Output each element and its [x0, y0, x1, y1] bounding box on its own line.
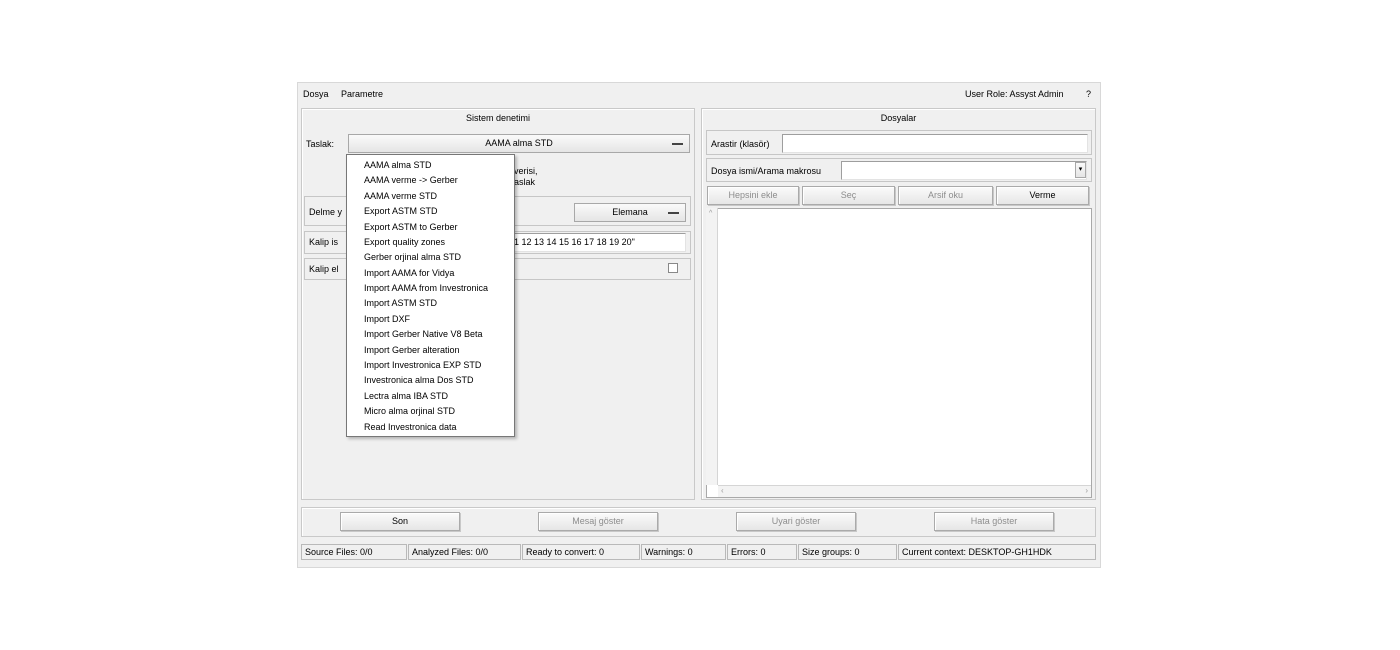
filename-label: Dosya ismi/Arama makrosu — [711, 166, 822, 176]
template-select-value: AAMA alma STD — [485, 138, 553, 148]
menu-dosya[interactable]: Dosya — [303, 89, 329, 99]
add-all-button[interactable]: Hepsini ekle — [707, 186, 799, 205]
help-menu[interactable]: ? — [1086, 89, 1091, 99]
dropdown-item[interactable]: AAMA alma STD — [364, 158, 432, 172]
pattern-name-label: Kalip is — [309, 237, 339, 247]
end-button[interactable]: Son — [340, 512, 460, 531]
scroll-up-icon[interactable]: ^ — [709, 210, 712, 217]
user-role-label: User Role: Assyst Admin — [965, 89, 1064, 99]
files-panel-title: Dosyalar — [880, 113, 917, 123]
template-label: Taslak: — [306, 139, 335, 149]
dropdown-item[interactable]: Import Gerber Native V8 Beta — [364, 327, 483, 341]
template-description-line2: aslak — [514, 177, 536, 187]
template-dropdown-list: AAMA alma STD AAMA verme -> Gerber AAMA … — [346, 154, 515, 437]
template-select[interactable]: AAMA alma STD — [348, 134, 690, 153]
dropdown-item[interactable]: AAMA verme STD — [364, 189, 437, 203]
dropdown-item[interactable]: Import DXF — [364, 312, 410, 326]
pattern-add-checkbox[interactable] — [668, 263, 678, 273]
dropdown-item[interactable]: Lectra alma IBA STD — [364, 389, 448, 403]
show-error-button[interactable]: Hata göster — [934, 512, 1054, 531]
dropdown-item[interactable]: Import ASTM STD — [364, 296, 437, 310]
show-warning-button[interactable]: Uyari göster — [736, 512, 856, 531]
read-archive-button[interactable]: Arsif oku — [898, 186, 993, 205]
chevron-down-icon: ▾ — [1078, 166, 1083, 173]
dropdown-item[interactable]: Import Investronica EXP STD — [364, 358, 481, 372]
scroll-left-icon[interactable]: ‹ — [721, 486, 724, 495]
filename-dropdown-button[interactable]: ▾ — [1075, 162, 1086, 178]
status-analyzed-files: Analyzed Files: 0/0 — [408, 544, 521, 560]
dropdown-item[interactable]: Import Gerber alteration — [364, 343, 460, 357]
dropdown-item[interactable]: Export quality zones — [364, 235, 445, 249]
dropdown-item[interactable]: AAMA verme -> Gerber — [364, 173, 458, 187]
filename-field[interactable] — [841, 161, 1087, 180]
template-description-line1: verisi, — [514, 166, 538, 176]
vertical-scrollbar[interactable]: ^ — [706, 208, 718, 485]
chevron-down-icon — [668, 212, 679, 214]
system-control-title: Sistem denetimi — [465, 113, 531, 123]
pattern-name-value: 1 12 13 14 15 16 17 18 19 20" — [514, 237, 635, 247]
status-errors: Errors: 0 — [727, 544, 797, 560]
pattern-name-field[interactable]: 1 12 13 14 15 16 17 18 19 20" — [510, 233, 686, 252]
status-warnings: Warnings: 0 — [641, 544, 726, 560]
delete-label: Delme y — [309, 207, 343, 217]
dropdown-item[interactable]: Gerber orjinal alma STD — [364, 250, 461, 264]
search-folder-label: Arastir (klasör) — [711, 139, 770, 149]
status-current-context: Current context: DESKTOP-GH1HDK — [898, 544, 1096, 560]
give-button[interactable]: Verme — [996, 186, 1089, 205]
dropdown-item[interactable]: Import AAMA for Vidya — [364, 266, 454, 280]
chevron-down-icon — [672, 143, 683, 145]
dropdown-item[interactable]: Export ASTM STD — [364, 204, 438, 218]
status-source-files: Source Files: 0/0 — [301, 544, 407, 560]
select-button[interactable]: Seç — [802, 186, 895, 205]
element-select-value: Elemana — [612, 207, 648, 217]
horizontal-scrollbar[interactable]: ‹ › — [718, 485, 1091, 497]
dropdown-item[interactable]: Micro alma orjinal STD — [364, 404, 455, 418]
dropdown-item[interactable]: Export ASTM to Gerber — [364, 220, 458, 234]
element-select[interactable]: Elemana — [574, 203, 686, 222]
dropdown-item[interactable]: Read Investronica data — [364, 420, 457, 434]
pattern-add-label: Kalip el — [309, 264, 339, 274]
status-size-groups: Size groups: 0 — [798, 544, 897, 560]
scroll-right-icon[interactable]: › — [1085, 486, 1088, 495]
status-ready-to-convert: Ready to convert: 0 — [522, 544, 640, 560]
file-list[interactable] — [706, 208, 1092, 498]
show-message-button[interactable]: Mesaj göster — [538, 512, 658, 531]
search-folder-field[interactable] — [782, 134, 1088, 153]
menu-parametre[interactable]: Parametre — [341, 89, 383, 99]
dropdown-item[interactable]: Investronica alma Dos STD — [364, 373, 474, 387]
dropdown-item[interactable]: Import AAMA from Investronica — [364, 281, 488, 295]
